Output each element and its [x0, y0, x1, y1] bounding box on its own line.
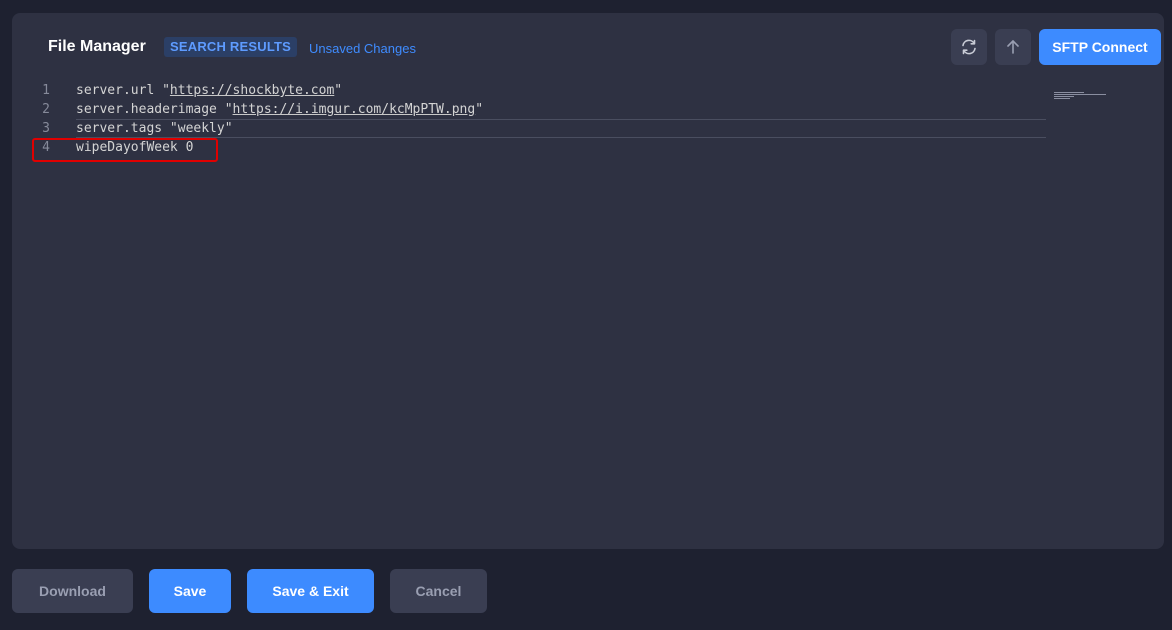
download-button[interactable]: Download — [12, 569, 133, 613]
search-results-badge: SEARCH RESULTS — [164, 37, 298, 57]
line-number: 2 — [42, 102, 50, 117]
code-line[interactable]: 1 server.url "https://shockbyte.com" — [12, 81, 1052, 100]
line-content: server.url "https://shockbyte.com" — [76, 83, 343, 98]
file-manager-header: File Manager SEARCH RESULTS Unsaved Chan… — [12, 13, 1164, 83]
unsaved-changes-status: Unsaved Changes — [309, 41, 416, 56]
code-editor[interactable]: 1 server.url "https://shockbyte.com" 2 s… — [12, 83, 1164, 549]
url-link[interactable]: https://shockbyte.com — [170, 83, 334, 98]
cancel-button[interactable]: Cancel — [390, 569, 487, 613]
save-button[interactable]: Save — [149, 569, 231, 613]
sftp-connect-button[interactable]: SFTP Connect — [1039, 29, 1161, 65]
refresh-icon — [962, 39, 976, 55]
highlight-box — [32, 138, 218, 162]
minimap[interactable] — [1054, 92, 1114, 104]
page-title: File Manager — [48, 38, 146, 55]
upload-button[interactable] — [995, 29, 1031, 65]
arrow-up-icon — [1007, 40, 1019, 54]
save-exit-button[interactable]: Save & Exit — [247, 569, 374, 613]
line-content: server.tags "weekly" — [76, 121, 233, 136]
line-number: 1 — [42, 83, 50, 98]
url-link[interactable]: https://i.imgur.com/kcMpPTW.png — [233, 102, 476, 117]
line-number: 3 — [42, 121, 50, 136]
refresh-button[interactable] — [951, 29, 987, 65]
line-content: server.headerimage "https://i.imgur.com/… — [76, 102, 484, 117]
code-line[interactable]: 3 server.tags "weekly" — [12, 119, 1052, 138]
file-manager-panel: File Manager SEARCH RESULTS Unsaved Chan… — [12, 13, 1164, 549]
code-line[interactable]: 2 server.headerimage "https://i.imgur.co… — [12, 100, 1052, 119]
